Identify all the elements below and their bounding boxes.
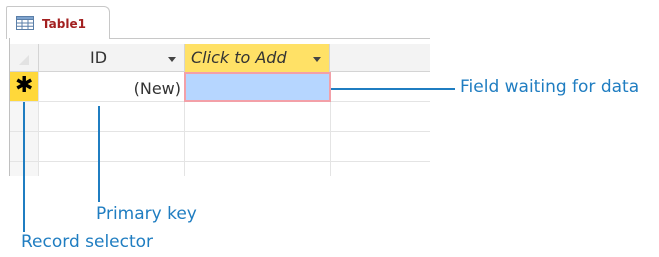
corner-triangle-icon [19, 55, 29, 65]
callout-line-primary-key [98, 106, 100, 202]
column-header-click-to-add-label: Click to Add [191, 48, 287, 67]
tabstrip-divider [110, 38, 430, 39]
table-tab-label: Table1 [42, 17, 86, 31]
callout-record-selector: Record selector [21, 232, 154, 252]
table-tab[interactable]: Table1 [6, 6, 110, 39]
callout-line-record-selector [23, 102, 25, 232]
column-header-id-label: ID [90, 48, 108, 67]
column-header-id[interactable]: ID [38, 44, 184, 72]
table-row [10, 132, 430, 162]
callout-line-field [331, 88, 455, 90]
datasheet-diagram: Table1 ID Click to Add ✱ (New) Field wai… [0, 0, 659, 257]
callout-primary-key: Primary key [96, 204, 197, 224]
new-record-asterisk-icon: ✱ [15, 73, 34, 98]
grid-line [38, 72, 39, 176]
select-all-corner[interactable] [10, 44, 38, 72]
table-row [10, 102, 430, 132]
new-record-selector[interactable]: ✱ [10, 72, 38, 102]
new-record-id-value: (New) [133, 79, 181, 98]
empty-field-cell[interactable] [184, 72, 331, 102]
table-icon [16, 16, 34, 30]
column-header-click-to-add[interactable]: Click to Add [184, 44, 330, 72]
callout-field-waiting: Field waiting for data [460, 77, 640, 97]
chevron-down-icon[interactable] [313, 57, 321, 62]
chevron-down-icon[interactable] [168, 57, 176, 62]
